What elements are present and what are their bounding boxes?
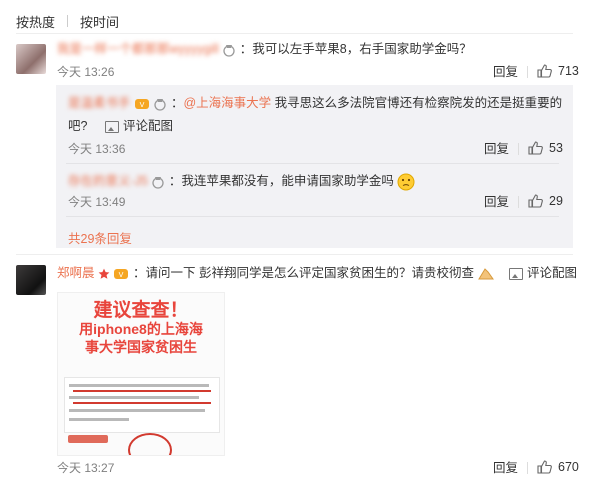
reply-separator: ： bbox=[168, 174, 182, 188]
action-divider bbox=[518, 143, 519, 155]
like-button[interactable]: 713 bbox=[537, 63, 579, 79]
reply-button[interactable]: 回复 bbox=[484, 194, 509, 210]
badge-icon bbox=[154, 98, 167, 111]
sort-by-hot[interactable]: 按热度 bbox=[16, 12, 55, 31]
reply-divider bbox=[66, 163, 559, 164]
image-subtitle-line1: 用iphone8的上海海 bbox=[79, 321, 203, 337]
sort-by-time[interactable]: 按时间 bbox=[80, 12, 119, 31]
pic-label: 评论配图 bbox=[122, 119, 173, 133]
document-snippet bbox=[64, 377, 220, 433]
mention-link[interactable]: @上海海事大学 bbox=[183, 96, 271, 110]
comment-time: 今天 13:26 bbox=[57, 65, 115, 79]
underline-mark bbox=[73, 390, 211, 392]
comment-pic-link[interactable]: 评论配图 bbox=[508, 266, 577, 280]
reply-button[interactable]: 回复 bbox=[484, 141, 509, 157]
reply-text: 我连苹果都没有，能申请国家助学金吗 bbox=[181, 174, 394, 188]
image-title: 建议查查！ bbox=[93, 300, 189, 321]
comment-divider bbox=[16, 254, 573, 255]
comment-username[interactable]: 我是一样一个都那那wyyyygill bbox=[57, 42, 219, 56]
reply-button[interactable]: 回复 bbox=[493, 460, 518, 476]
like-button[interactable]: 29 bbox=[528, 193, 563, 209]
action-divider bbox=[527, 66, 528, 78]
reply-time: 今天 13:36 bbox=[68, 142, 126, 156]
thumb-up-icon bbox=[537, 64, 552, 78]
thumb-up-icon bbox=[537, 460, 552, 474]
reply-line-2: 吧? 评论配图 bbox=[68, 117, 173, 135]
comment-pic-link[interactable]: 评论配图 bbox=[104, 119, 173, 133]
comment-separator: ： bbox=[239, 42, 253, 56]
like-count: 670 bbox=[558, 460, 579, 474]
image-footer-mark bbox=[68, 435, 108, 443]
action-divider bbox=[518, 196, 519, 208]
comment-text: 我可以左手苹果8，右手国家助学金吗？ bbox=[252, 42, 472, 56]
vip-icon: V bbox=[114, 268, 129, 279]
badge-icon bbox=[223, 44, 235, 57]
avatar[interactable] bbox=[16, 265, 46, 295]
image-circle-mark bbox=[128, 433, 172, 455]
sort-bar: 按热度 按时间 bbox=[16, 10, 119, 32]
reply-line: 存在的意义-J5 ：我连苹果都没有，能申请国家助学金吗 bbox=[68, 172, 415, 191]
comment-image[interactable]: 建议查查！ 用iphone8的上海海 事大学国家贫困生 bbox=[57, 292, 225, 456]
image-subtitle: 用iphone8的上海海 事大学国家贫困生 bbox=[58, 320, 224, 356]
emoji-icon bbox=[397, 173, 415, 191]
reply-separator: ： bbox=[170, 96, 184, 110]
document-line bbox=[69, 409, 205, 412]
comment-time: 今天 13:27 bbox=[57, 461, 115, 475]
image-icon bbox=[508, 267, 523, 280]
like-count: 29 bbox=[549, 194, 563, 208]
reply-text-line2: 吧? bbox=[68, 119, 88, 133]
comment-separator: ： bbox=[132, 266, 146, 280]
like-button[interactable]: 670 bbox=[537, 459, 579, 475]
reply-line: 是温柔书手 V ：@上海海事大学 我寻思这么多法院官博还有检察院发的还是挺重要的 bbox=[68, 94, 562, 112]
comment-line: 郑啊晨 V ：请问一下 彭祥翔同学是怎么评定国家贫困生的？请贵校彻查 评论配图 bbox=[57, 264, 577, 282]
vip-icon: V bbox=[135, 98, 149, 109]
header-divider bbox=[16, 33, 573, 34]
image-icon bbox=[104, 120, 119, 133]
thumb-up-icon bbox=[528, 141, 543, 155]
svg-text:V: V bbox=[140, 101, 145, 109]
comment-text: 请问一下 彭祥翔同学是怎么评定国家贫困生的？请贵校彻查 bbox=[145, 266, 474, 280]
star-icon bbox=[98, 268, 110, 279]
reply-time: 今天 13:49 bbox=[68, 195, 126, 209]
sort-divider bbox=[67, 15, 69, 27]
reply-button[interactable]: 回复 bbox=[493, 64, 518, 80]
image-subtitle-line2: 事大学国家贫困生 bbox=[85, 339, 197, 355]
thumb-up-icon bbox=[528, 194, 543, 208]
reply-username[interactable]: 存在的意义-J5 bbox=[68, 174, 148, 188]
reply-username[interactable]: 是温柔书手 bbox=[68, 96, 131, 110]
comment-username[interactable]: 郑啊晨 bbox=[57, 266, 95, 280]
document-line bbox=[69, 418, 129, 421]
document-line bbox=[69, 396, 199, 399]
reply-divider bbox=[66, 216, 559, 217]
comment-line: 我是一样一个都那那wyyyygill ：我可以左手苹果8，右手国家助学金吗？ bbox=[57, 40, 472, 58]
like-count: 713 bbox=[558, 64, 579, 78]
like-button[interactable]: 53 bbox=[528, 140, 563, 156]
emoji-icon bbox=[478, 267, 495, 280]
document-line bbox=[69, 384, 209, 387]
action-divider bbox=[527, 462, 528, 474]
like-count: 53 bbox=[549, 141, 563, 155]
avatar[interactable] bbox=[16, 44, 46, 74]
badge-icon bbox=[152, 176, 165, 189]
more-replies-link[interactable]: 共29条回复 bbox=[68, 228, 132, 247]
pic-label: 评论配图 bbox=[526, 266, 577, 280]
reply-text-line1: 我寻思这么多法院官博还有检察院发的还是挺重要的 bbox=[271, 96, 563, 110]
underline-mark bbox=[73, 402, 211, 404]
svg-text:V: V bbox=[119, 271, 124, 279]
